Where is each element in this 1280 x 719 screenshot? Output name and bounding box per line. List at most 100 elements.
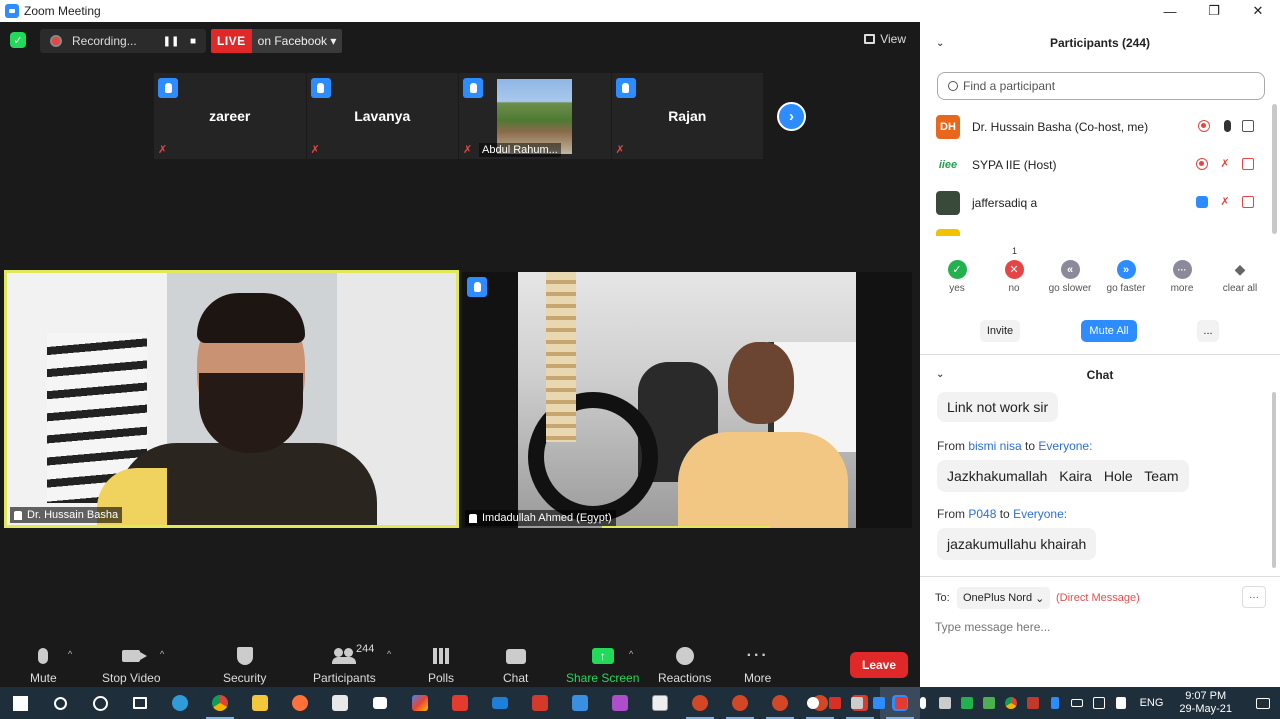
music-taskbar-icon[interactable]	[600, 687, 640, 719]
share-options-caret-icon[interactable]: ^	[629, 649, 633, 659]
volume-tray-icon[interactable]	[1110, 687, 1132, 719]
edge-taskbar-icon[interactable]	[160, 687, 200, 719]
zoom-tray-icon[interactable]	[868, 687, 890, 719]
collapse-chevron-icon[interactable]: ⌄	[936, 38, 944, 49]
chrome-tray-icon[interactable]	[1000, 687, 1022, 719]
participant-search[interactable]: Find a participant	[937, 72, 1265, 100]
security-button[interactable]: Security	[223, 645, 266, 685]
help-tray-icon[interactable]	[802, 687, 824, 719]
side-panel: ⌄ Participants (244) Find a participant …	[920, 22, 1280, 687]
chat-sender-link[interactable]: bismi nisa	[968, 439, 1021, 453]
calendar-taskbar-icon[interactable]	[560, 687, 600, 719]
language-indicator[interactable]: ENG	[1140, 697, 1164, 709]
feedback-clear-all-button[interactable]: ◆ clear all	[1215, 260, 1265, 294]
gmail-tray-icon[interactable]	[824, 687, 846, 719]
thumbnail-tile[interactable]: Lavanya ✗	[306, 73, 458, 159]
dropbox-taskbar-icon[interactable]	[360, 687, 400, 719]
leave-button[interactable]: Leave	[850, 652, 908, 678]
clock[interactable]: 9:07 PM 29-May-21	[1179, 690, 1232, 716]
video-tile-active-speaker[interactable]: Dr. Hussain Basha	[4, 270, 459, 528]
pause-recording-icon[interactable]: ❚❚	[160, 36, 182, 47]
audio-options-caret-icon[interactable]: ^	[68, 649, 72, 659]
notification-icon	[1256, 697, 1270, 709]
restore-button[interactable]: ❐	[1192, 0, 1236, 22]
download-taskbar-icon[interactable]	[440, 687, 480, 719]
record-tray-icon[interactable]	[890, 687, 912, 719]
participants-more-button[interactable]: ...	[1197, 320, 1219, 342]
video-tile[interactable]: Imdadullah Ahmed (Egypt)	[462, 272, 912, 528]
invite-button[interactable]: Invite	[980, 320, 1020, 342]
thumbnail-tile[interactable]: Abdul Rahum... ✗	[459, 73, 611, 159]
feedback-go-faster-button[interactable]: » go faster	[1101, 260, 1151, 294]
collapse-chevron-icon[interactable]: ⌄	[936, 369, 944, 380]
feedback-yes-button[interactable]: ✓ yes	[932, 260, 982, 294]
participant-row[interactable]: DH Dr. Hussain Basha (Co-host, me)	[920, 108, 1270, 146]
mail-taskbar-icon[interactable]	[480, 687, 520, 719]
encryption-shield-icon[interactable]: ✓	[10, 32, 26, 48]
firefox-taskbar-icon[interactable]	[280, 687, 320, 719]
participant-row[interactable]: jaffersadiq a ✗	[920, 184, 1270, 222]
chat-button[interactable]: Chat	[503, 645, 528, 685]
video-camera-icon[interactable]	[1242, 120, 1254, 132]
thumbnail-tile[interactable]: zareer ✗	[154, 73, 306, 159]
powerpoint-taskbar-icon[interactable]	[760, 687, 800, 719]
participant-row[interactable]	[920, 222, 1270, 236]
more-button[interactable]: ··· More	[744, 645, 771, 685]
store-taskbar-icon[interactable]	[320, 687, 360, 719]
camera-tray-icon[interactable]	[846, 687, 868, 719]
bluetooth-tray-icon[interactable]	[1044, 687, 1066, 719]
participant-row[interactable]: iiee SYPA IIE (Host) ✗	[920, 146, 1270, 184]
feedback-no-button[interactable]: ✕ no	[989, 260, 1039, 294]
view-button[interactable]: View	[864, 32, 906, 46]
chat-more-button[interactable]: ···	[1242, 586, 1266, 608]
next-page-arrow-icon[interactable]: ›	[777, 102, 806, 131]
feedback-more-button[interactable]: ··· more	[1157, 260, 1207, 294]
search-taskbar-button[interactable]	[40, 687, 80, 719]
stop-recording-icon[interactable]: ■	[182, 36, 204, 47]
chat-scrollbar[interactable]	[1272, 392, 1276, 568]
mute-button[interactable]: Mute	[30, 645, 57, 685]
cortana-button[interactable]	[80, 687, 120, 719]
powerpoint-taskbar-icon[interactable]	[720, 687, 760, 719]
app-q-tray-icon[interactable]	[956, 687, 978, 719]
security-tray-icon[interactable]	[934, 687, 956, 719]
recipient-dropdown[interactable]: OnePlus Nord ⌄	[957, 587, 1051, 609]
notifications-button[interactable]	[1246, 687, 1280, 719]
chat-sender-link[interactable]: P048	[968, 507, 996, 521]
app-tray-icon[interactable]	[1022, 687, 1044, 719]
app-37-tray-icon[interactable]	[978, 687, 1000, 719]
document-icon	[652, 695, 668, 711]
chat-message: Jazkhakumallah Kaira Hole Team	[937, 460, 1189, 492]
stop-video-button[interactable]: Stop Video	[102, 645, 161, 685]
network-tray-icon[interactable]	[1088, 687, 1110, 719]
battery-tray-icon[interactable]	[1066, 687, 1088, 719]
chrome-taskbar-icon[interactable]	[200, 687, 240, 719]
live-stream-indicator[interactable]: LIVE on Facebook ▾	[211, 29, 343, 53]
raised-hand-icon	[467, 277, 487, 297]
chat-message-input[interactable]	[935, 617, 1265, 637]
word-taskbar-icon[interactable]	[640, 687, 680, 719]
participant-list-scrollbar[interactable]	[1272, 104, 1277, 234]
photos-taskbar-icon[interactable]	[400, 687, 440, 719]
feedback-go-slower-button[interactable]: « go slower	[1045, 260, 1095, 294]
yes-check-icon: ✓	[947, 260, 967, 279]
search-icon	[53, 696, 67, 710]
chat-recipient-link[interactable]: Everyone:	[1038, 439, 1092, 453]
minimize-button[interactable]: —	[1148, 0, 1192, 22]
mic-tray-icon[interactable]	[912, 687, 934, 719]
participants-options-caret-icon[interactable]: ^	[387, 649, 391, 659]
image-app-taskbar-icon[interactable]	[520, 687, 560, 719]
video-options-caret-icon[interactable]: ^	[160, 649, 164, 659]
start-button[interactable]	[0, 687, 40, 719]
powerpoint-taskbar-icon[interactable]	[680, 687, 720, 719]
mute-all-button[interactable]: Mute All	[1081, 320, 1137, 342]
thumbnail-tile[interactable]: Rajan ✗	[611, 73, 763, 159]
polls-button[interactable]: Polls	[428, 645, 454, 685]
microphone-icon[interactable]	[1224, 120, 1231, 132]
file-explorer-taskbar-icon[interactable]	[240, 687, 280, 719]
reactions-button[interactable]: Reactions	[658, 645, 711, 685]
to-label: To:	[935, 592, 950, 604]
task-view-button[interactable]	[120, 687, 160, 719]
chat-recipient-link[interactable]: Everyone:	[1013, 507, 1067, 521]
close-button[interactable]: ✕	[1236, 0, 1280, 22]
